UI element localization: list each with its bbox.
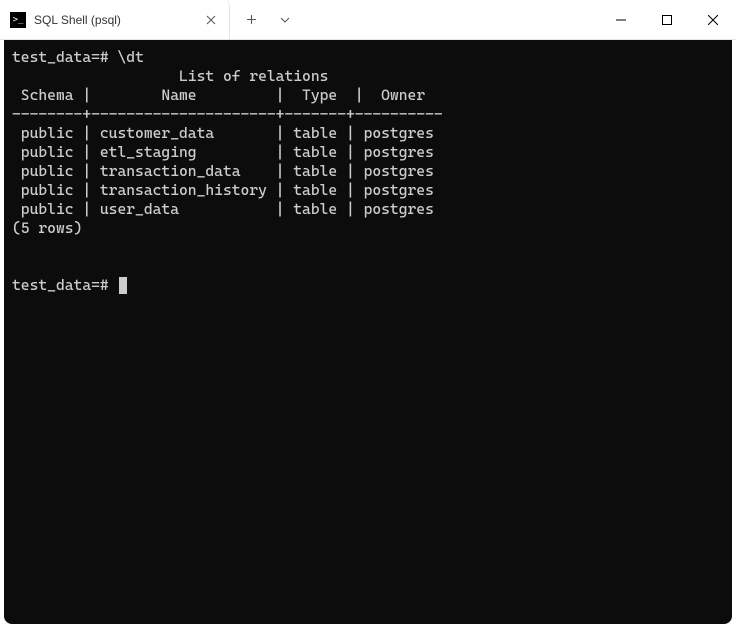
tab-actions	[230, 0, 300, 39]
new-tab-button[interactable]	[236, 5, 266, 35]
title-bar: >_ SQL Shell (psql)	[0, 0, 736, 40]
tab-dropdown-button[interactable]	[270, 5, 300, 35]
terminal-icon: >_	[10, 12, 26, 28]
maximize-button[interactable]	[644, 0, 690, 39]
tab-active[interactable]: >_ SQL Shell (psql)	[0, 0, 230, 39]
output-title-line: List of relations	[12, 67, 328, 85]
command-text: \dt	[117, 48, 143, 66]
separator-row: --------+---------------------+-------+-…	[12, 105, 443, 123]
prompt: test_data=#	[12, 276, 109, 294]
prompt: test_data=#	[12, 48, 109, 66]
window-controls	[598, 0, 736, 39]
terminal-output[interactable]: test_data=# \dt List of relations Schema…	[4, 40, 732, 624]
close-button[interactable]	[690, 0, 736, 39]
table-rows: public | customer_data | table | postgre…	[12, 124, 434, 218]
tab-close-button[interactable]	[203, 12, 219, 28]
minimize-button[interactable]	[598, 0, 644, 39]
tab-strip: >_ SQL Shell (psql)	[0, 0, 598, 39]
header-row: Schema | Name | Type | Owner	[12, 86, 425, 104]
row-count: (5 rows)	[12, 219, 82, 237]
tab-title: SQL Shell (psql)	[34, 13, 195, 27]
cursor	[119, 277, 127, 294]
